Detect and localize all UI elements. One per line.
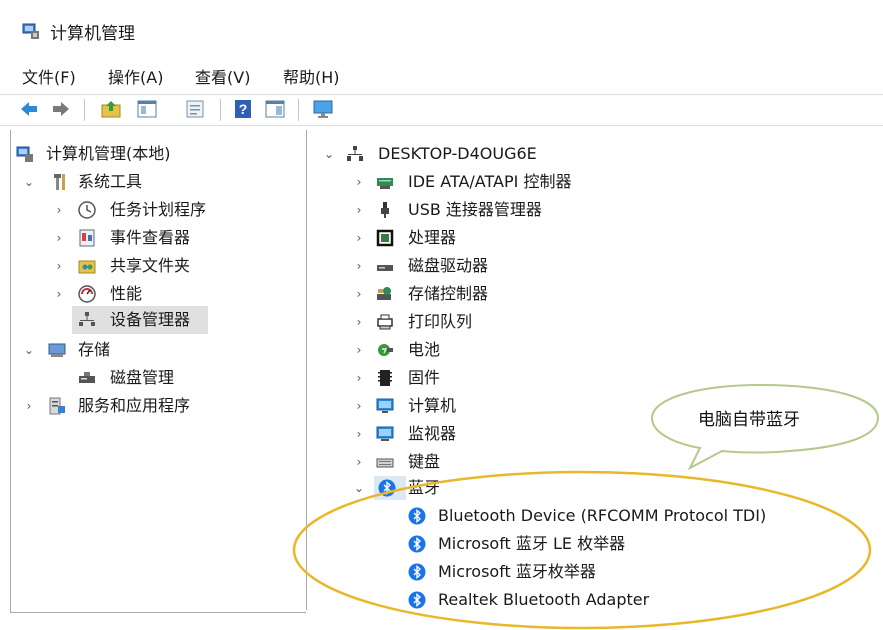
device-tree-label: Microsoft 蓝牙枚举器 [438,562,596,581]
device-tree-label: 键盘 [408,452,441,471]
tree-label: 共享文件夹 [110,256,191,275]
chevron-right-icon[interactable]: › [352,394,366,418]
storage-icon [48,343,66,357]
monitor-icon[interactable] [312,98,334,120]
monitor-icon [376,426,394,441]
chevron-right-icon[interactable]: › [352,310,366,334]
title-bar: 计算机管理 [0,0,883,56]
left-pane-border-bottom [10,612,306,613]
chevron-right-icon[interactable]: › [352,422,366,446]
services-icon [49,397,65,415]
device-tree-label: 蓝牙 [408,478,441,497]
processor-icon [376,229,394,247]
bluetooth-icon [408,563,426,581]
tree-label: 设备管理器 [110,310,191,329]
device-tree-label: USB 连接器管理器 [408,200,542,219]
storage-controller-icon [377,287,391,300]
chevron-right-icon[interactable]: › [22,394,36,418]
printer-icon [377,314,393,330]
battery-icon [378,344,393,356]
up-folder-icon[interactable] [100,98,122,120]
keyboard-icon [376,458,394,468]
tree-label: 系统工具 [78,172,143,191]
performance-icon [78,285,96,303]
callout-text: 电脑自带蓝牙 [698,410,800,430]
menu-view[interactable]: 查看(V) [195,64,250,88]
chevron-right-icon[interactable]: › [352,254,366,278]
chevron-down-icon[interactable]: ⌄ [352,476,366,500]
tree-label: 存储 [78,340,111,359]
properties-icon[interactable] [184,98,206,120]
device-tree-label: Microsoft 蓝牙 LE 枚举器 [438,534,626,553]
chevron-down-icon[interactable]: ⌄ [322,142,336,166]
bluetooth-icon [408,591,426,609]
device-tree-label: Bluetooth Device (RFCOMM Protocol TDI) [438,506,767,525]
shared-folder-icon [78,260,96,274]
toolbar-separator [220,99,221,121]
chevron-down-icon[interactable]: ⌄ [22,338,36,362]
svg-text:?: ? [239,101,248,117]
chevron-down-icon[interactable]: ⌄ [22,170,36,194]
menu-help[interactable]: 帮助(H) [283,64,340,88]
menu-action[interactable]: 操作(A) [108,64,163,88]
bluetooth-icon [408,507,426,525]
device-tree-label: Realtek Bluetooth Adapter [438,590,650,609]
toolbar: ? [0,94,883,126]
device-tree-label: 处理器 [408,228,457,247]
toolbar-separator [298,99,299,121]
window-title: 计算机管理 [50,24,135,44]
menu-file[interactable]: 文件(F) [22,64,76,88]
action-pane-icon[interactable] [264,98,286,120]
tree-label: 性能 [110,284,143,303]
show-hide-tree-icon[interactable] [136,98,158,120]
computer-management-icon [16,146,33,162]
bluetooth-icon [408,535,426,553]
device-manager-icon [79,312,95,326]
disk-management-icon [79,372,95,383]
back-arrow-icon[interactable] [18,98,40,120]
disk-drive-icon [377,265,393,271]
tree-label: 计算机管理(本地) [46,144,171,163]
ide-controller-icon [377,178,393,189]
device-tree-label: 电池 [408,340,441,359]
bluetooth-icon [378,479,396,497]
tools-icon [54,174,65,190]
menu-bar: 文件(F) 操作(A) 查看(V) 帮助(H) [0,60,883,88]
chevron-right-icon[interactable]: › [352,450,366,474]
device-tree-label: 磁盘驱动器 [408,256,489,275]
device-tree-label: 计算机 [408,396,457,415]
firmware-icon [378,370,392,386]
computer-management-icon [22,23,39,39]
tree-label: 磁盘管理 [110,368,175,387]
chevron-right-icon[interactable]: › [352,226,366,250]
toolbar-separator [84,99,85,121]
computer-icon [376,398,394,413]
chevron-right-icon[interactable]: › [352,338,366,362]
device-tree-label: 存储控制器 [408,284,489,303]
chevron-right-icon[interactable]: › [52,226,66,250]
device-tree-label: DESKTOP-D4OUG6E [378,144,537,163]
chevron-right-icon[interactable]: › [352,282,366,306]
usb-icon [381,202,389,218]
chevron-right-icon[interactable]: › [352,198,366,222]
help-icon[interactable]: ? [232,98,254,120]
chevron-right-icon[interactable]: › [52,254,66,278]
tree-label: 事件查看器 [110,228,191,247]
clock-icon [78,201,96,219]
tree-label: 任务计划程序 [110,200,207,219]
device-tree-label: 固件 [408,368,441,387]
chevron-right-icon[interactable]: › [352,366,366,390]
forward-arrow-icon[interactable] [50,98,72,120]
tree-label: 服务和应用程序 [78,396,191,415]
device-tree-label: IDE ATA/ATAPI 控制器 [408,172,572,191]
event-viewer-icon [79,229,95,247]
device-tree-label: 监视器 [408,424,457,443]
chevron-right-icon[interactable]: › [52,198,66,222]
chevron-right-icon[interactable]: › [52,282,66,306]
computer-network-icon [347,146,363,161]
device-tree-label: 打印队列 [408,312,473,331]
chevron-right-icon[interactable]: › [352,170,366,194]
